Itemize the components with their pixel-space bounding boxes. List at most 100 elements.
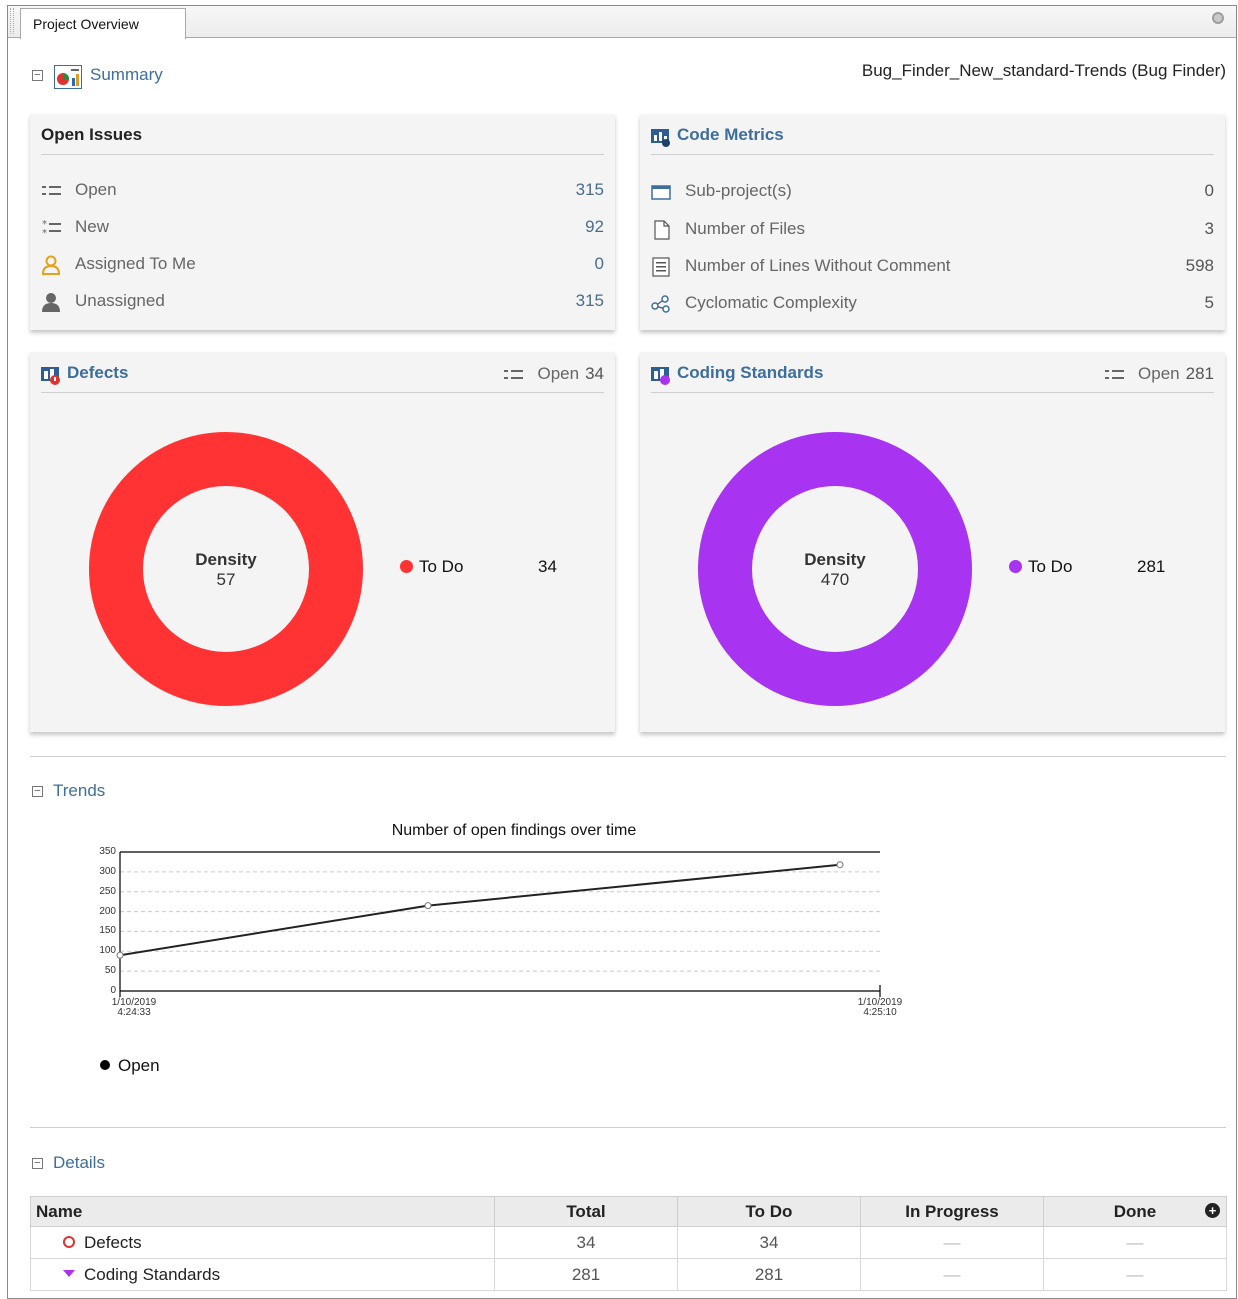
project-overview-window: Project Overview − Summary Bug_Finder_Ne… xyxy=(7,5,1237,1299)
density-value: 57 xyxy=(216,570,236,589)
legend-label: To Do xyxy=(1028,557,1073,576)
row-value[interactable]: 92 xyxy=(585,217,604,237)
y-tick-label: 350 xyxy=(99,846,116,857)
summary-collapse-icon[interactable]: − xyxy=(32,70,43,81)
row-label: Number of Files xyxy=(685,219,805,238)
col-in-progress[interactable]: In Progress xyxy=(860,1196,1044,1227)
lines-icon xyxy=(652,257,670,277)
code-metrics-row-complexity: Cyclomatic Complexity 5 xyxy=(651,293,1214,315)
legend-dot xyxy=(1009,560,1022,573)
user-outline-icon xyxy=(41,255,61,275)
row-value[interactable]: 315 xyxy=(576,291,604,311)
open-value: 34 xyxy=(585,364,604,383)
row-value: 5 xyxy=(1204,293,1214,312)
add-column-icon[interactable]: + xyxy=(1205,1203,1220,1218)
col-todo[interactable]: To Do xyxy=(677,1196,861,1227)
density-value: 470 xyxy=(820,570,850,589)
y-tick-label: 50 xyxy=(104,965,116,977)
row-value: 3 xyxy=(1204,219,1214,238)
tab-project-overview[interactable]: Project Overview xyxy=(20,8,186,39)
window-menu-icon[interactable] xyxy=(1212,12,1224,24)
col-done[interactable]: Done + xyxy=(1043,1196,1227,1227)
drag-handle[interactable] xyxy=(10,8,14,34)
row-todo[interactable]: 281 xyxy=(677,1258,861,1291)
row-name[interactable]: Coding Standards xyxy=(30,1258,495,1291)
row-label: New xyxy=(75,217,110,236)
row-done: — xyxy=(1043,1258,1227,1291)
trends-link[interactable]: Trends xyxy=(53,781,105,801)
open-issues-row-unassigned[interactable]: Unassigned 315 xyxy=(41,291,604,313)
row-name-label: Coding Standards xyxy=(84,1264,221,1284)
defects-legend-todo[interactable]: To Do xyxy=(400,557,463,577)
triangle-down-icon xyxy=(63,1269,75,1277)
row-label: Assigned To Me xyxy=(75,254,196,273)
table-row[interactable]: Defects 34 34 — — xyxy=(30,1226,1227,1259)
row-total[interactable]: 281 xyxy=(494,1258,678,1291)
code-metrics-row-lines: Number of Lines Without Comment 598 xyxy=(651,256,1214,278)
open-issues-row-assigned-to-me[interactable]: Assigned To Me 0 xyxy=(41,254,604,276)
row-todo[interactable]: 34 xyxy=(677,1226,861,1259)
y-tick-label: 200 xyxy=(99,905,116,917)
list-icon xyxy=(1105,370,1125,379)
series-point xyxy=(424,902,432,910)
code-metrics-icon xyxy=(651,129,670,147)
coding-standards-legend-todo[interactable]: To Do xyxy=(1009,557,1072,577)
col-total[interactable]: Total xyxy=(494,1196,678,1227)
open-issues-card: Open Issues Open 315 * * New 92 Assigned … xyxy=(30,114,615,330)
y-tick-label: 100 xyxy=(99,945,116,957)
row-value[interactable]: 315 xyxy=(576,180,604,200)
details-table: Name Total To Do In Progress Done + Defec… xyxy=(30,1196,1227,1291)
row-value[interactable]: 0 xyxy=(595,254,604,274)
user-solid-icon xyxy=(42,293,60,312)
row-label: Open xyxy=(75,180,117,199)
divider xyxy=(30,756,1226,757)
chart-legend-open[interactable]: Open xyxy=(100,1056,160,1076)
coding-standards-card: Coding Standards Open 281 Density 470 To … xyxy=(640,352,1225,732)
col-name[interactable]: Name xyxy=(30,1196,495,1227)
row-label: Cyclomatic Complexity xyxy=(685,293,857,312)
density-label: Density xyxy=(195,550,257,569)
coding-standards-title[interactable]: Coding Standards xyxy=(677,363,823,383)
trends-collapse-icon[interactable]: − xyxy=(32,786,43,797)
row-name[interactable]: Defects xyxy=(30,1226,495,1259)
x-tick-label: 1/10/2019 4:25:10 xyxy=(857,997,903,1018)
defect-circle-icon xyxy=(63,1235,75,1248)
svg-text:*: * xyxy=(42,228,47,238)
row-total[interactable]: 34 xyxy=(494,1226,678,1259)
tab-bar: Project Overview xyxy=(8,6,1236,39)
row-value: 598 xyxy=(1185,256,1214,275)
row-done: — xyxy=(1043,1226,1227,1259)
code-metrics-row-subprojects: Sub-project(s) 0 xyxy=(651,181,1214,203)
new-list-icon: ** xyxy=(42,219,61,238)
code-metrics-title[interactable]: Code Metrics xyxy=(677,125,784,145)
row-label: Number of Lines Without Comment xyxy=(685,256,951,275)
series-line-open xyxy=(119,863,841,957)
open-label: Open xyxy=(1138,364,1180,383)
open-issues-row-open[interactable]: Open 315 xyxy=(41,180,604,202)
list-icon xyxy=(504,370,524,379)
coding-standards-open-count[interactable]: Open 281 xyxy=(1105,364,1214,384)
chart-title: Number of open findings over time xyxy=(391,822,637,839)
defects-open-count[interactable]: Open 34 xyxy=(504,364,604,384)
legend-dot xyxy=(100,1060,110,1070)
details-collapse-icon[interactable]: − xyxy=(32,1158,43,1169)
graph-icon xyxy=(651,295,670,313)
open-issues-row-new[interactable]: * * New 92 xyxy=(41,217,604,239)
open-issues-title: Open Issues xyxy=(41,125,143,144)
row-in-progress: — xyxy=(860,1226,1044,1259)
defects-legend-value: 34 xyxy=(538,557,557,576)
row-in-progress: — xyxy=(860,1258,1044,1291)
open-value: 281 xyxy=(1185,364,1214,383)
series-point xyxy=(836,861,844,869)
table-row[interactable]: Coding Standards 281 281 — — xyxy=(30,1258,1227,1291)
density-label: Density xyxy=(804,550,866,569)
row-value: 0 xyxy=(1204,181,1214,200)
defects-title[interactable]: Defects xyxy=(67,363,128,383)
row-name-label: Defects xyxy=(84,1232,142,1252)
list-icon xyxy=(42,186,61,195)
defects-density: Density 57 xyxy=(156,550,296,590)
summary-link[interactable]: Summary xyxy=(90,65,163,85)
details-link[interactable]: Details xyxy=(53,1153,105,1173)
divider xyxy=(30,1127,1226,1128)
legend-label: Open xyxy=(118,1056,160,1075)
